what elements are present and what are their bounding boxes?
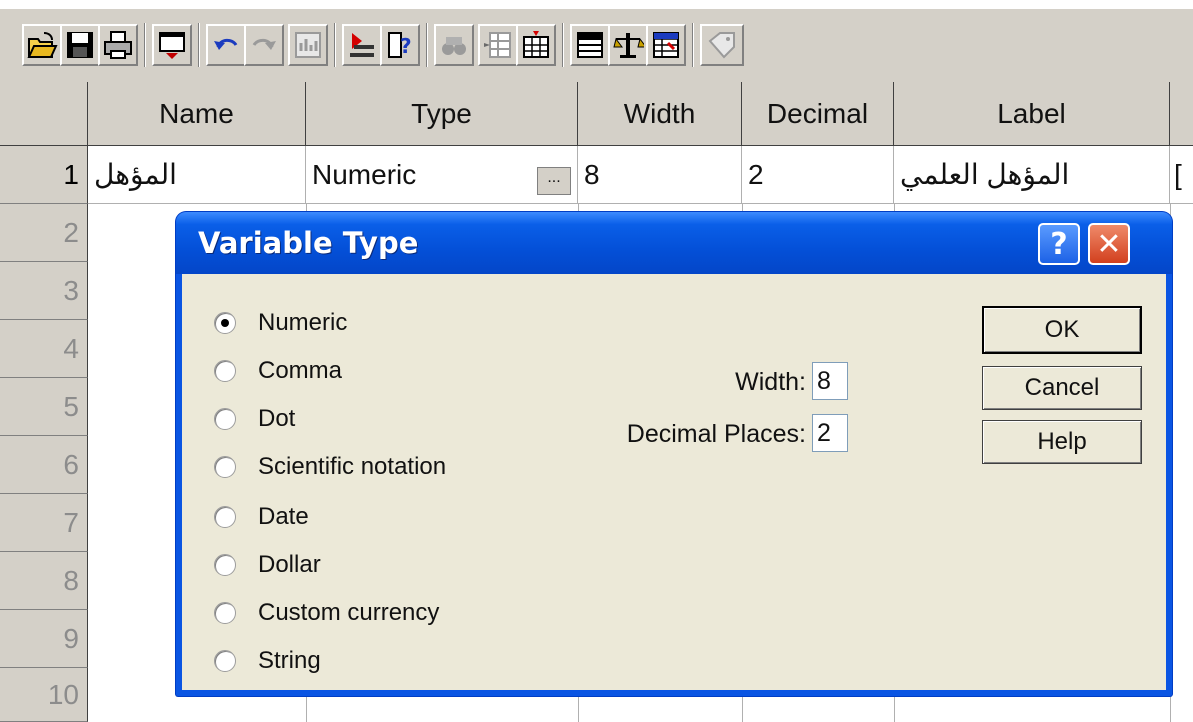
row-header[interactable]: 4 bbox=[0, 320, 88, 378]
toolbar: ? bbox=[0, 8, 1193, 82]
radio-button[interactable] bbox=[214, 650, 236, 672]
decimal-places-label: Decimal Places: bbox=[626, 420, 806, 448]
toolbar-separator bbox=[692, 23, 694, 67]
radio-date[interactable]: Date bbox=[214, 502, 309, 532]
cell-type[interactable]: Numeric ... bbox=[306, 146, 578, 204]
select-cases-icon[interactable] bbox=[646, 24, 686, 66]
radio-numeric[interactable]: Numeric bbox=[214, 308, 347, 338]
cell-label-value: المؤهل العلمي bbox=[900, 159, 1070, 190]
redo-icon[interactable] bbox=[244, 24, 284, 66]
radio-label: String bbox=[258, 647, 321, 674]
corner-cell bbox=[0, 82, 88, 146]
variables-icon[interactable]: ? bbox=[380, 24, 420, 66]
radio-string[interactable]: String bbox=[214, 646, 321, 676]
radio-button[interactable] bbox=[214, 408, 236, 430]
save-icon[interactable] bbox=[60, 24, 100, 66]
radio-label: Date bbox=[258, 503, 309, 530]
row-header[interactable]: 9 bbox=[0, 610, 88, 668]
radio-button[interactable] bbox=[214, 602, 236, 624]
column-header-width[interactable]: Width bbox=[578, 82, 742, 146]
radio-button[interactable] bbox=[214, 456, 236, 478]
row-header[interactable]: 8 bbox=[0, 552, 88, 610]
ok-button[interactable]: OK bbox=[982, 306, 1142, 354]
radio-label: Comma bbox=[258, 357, 343, 384]
column-header-label[interactable]: Label bbox=[894, 82, 1170, 146]
radio-label: Custom currency bbox=[258, 599, 440, 626]
radio-button[interactable] bbox=[214, 360, 236, 382]
radio-label: Scientific notation bbox=[258, 453, 447, 480]
help-button[interactable]: Help bbox=[982, 420, 1142, 464]
radio-custom-currency[interactable]: Custom currency bbox=[214, 598, 439, 628]
radio-button[interactable] bbox=[214, 506, 236, 528]
undo-icon[interactable] bbox=[206, 24, 246, 66]
row-header[interactable]: 2 bbox=[0, 204, 88, 262]
insert-variable-icon[interactable] bbox=[516, 24, 556, 66]
chart-builder-icon[interactable] bbox=[288, 24, 328, 66]
toolbar-separator bbox=[562, 23, 564, 67]
dialog-title: Variable Type bbox=[198, 226, 419, 260]
cell-type-value: Numeric bbox=[312, 158, 417, 190]
row-header[interactable]: 3 bbox=[0, 262, 88, 320]
decimal-places-field[interactable]: 2 bbox=[812, 414, 848, 452]
row-header[interactable]: 5 bbox=[0, 378, 88, 436]
row-header[interactable]: 10 bbox=[0, 668, 88, 722]
cell-name-value: المؤهل bbox=[94, 159, 177, 190]
toolbar-separator bbox=[426, 23, 428, 67]
variable-type-dialog: Variable Type ? ✕ Numeric Comma Dot Scie… bbox=[176, 212, 1172, 696]
radio-button[interactable] bbox=[214, 554, 236, 576]
row-header[interactable]: 6 bbox=[0, 436, 88, 494]
close-icon[interactable]: ✕ bbox=[1088, 223, 1130, 265]
cancel-button[interactable]: Cancel bbox=[982, 366, 1142, 410]
column-header-next[interactable] bbox=[1170, 82, 1193, 146]
ellipsis-button[interactable]: ... bbox=[537, 166, 571, 195]
toolbar-separator bbox=[144, 23, 146, 67]
column-header-name[interactable]: Name bbox=[88, 82, 306, 146]
cell-decimals[interactable]: 2 bbox=[742, 146, 894, 204]
radio-label: Dot bbox=[258, 405, 296, 432]
help-icon[interactable]: ? bbox=[1038, 223, 1080, 265]
cell-width[interactable]: 8 bbox=[578, 146, 742, 204]
dialog-recall-icon[interactable] bbox=[152, 24, 192, 66]
toolbar-separator bbox=[334, 23, 336, 67]
radio-label: Dollar bbox=[258, 551, 321, 578]
print-icon[interactable] bbox=[98, 24, 138, 66]
cell-next[interactable]: [ bbox=[1170, 146, 1193, 204]
goto-case-icon[interactable] bbox=[342, 24, 382, 66]
radio-dot[interactable]: Dot bbox=[214, 404, 295, 434]
radio-dollar[interactable]: Dollar bbox=[214, 550, 321, 580]
column-header-type[interactable]: Type bbox=[306, 82, 578, 146]
radio-label: Numeric bbox=[258, 309, 348, 336]
split-file-icon[interactable] bbox=[570, 24, 610, 66]
weight-cases-icon[interactable] bbox=[608, 24, 648, 66]
width-label: Width: bbox=[735, 368, 806, 396]
svg-text:?: ? bbox=[400, 34, 412, 58]
radio-comma[interactable]: Comma bbox=[214, 356, 342, 386]
open-icon[interactable] bbox=[22, 24, 62, 66]
value-labels-icon[interactable] bbox=[700, 24, 744, 66]
cell-name[interactable]: المؤهل bbox=[88, 146, 306, 204]
radio-scientific-notation[interactable]: Scientific notation bbox=[214, 452, 446, 482]
column-header-decimals[interactable]: Decimal bbox=[742, 82, 894, 146]
radio-button[interactable] bbox=[214, 312, 236, 334]
toolbar-separator bbox=[198, 23, 200, 67]
row-header[interactable]: 1 bbox=[0, 146, 88, 204]
dialog-titlebar[interactable]: Variable Type ? ✕ bbox=[176, 212, 1172, 274]
insert-cases-icon[interactable] bbox=[478, 24, 518, 66]
cell-label[interactable]: المؤهل العلمي bbox=[894, 146, 1170, 204]
width-field[interactable]: 8 bbox=[812, 362, 848, 400]
dialog-body: Numeric Comma Dot Scientific notation Da… bbox=[182, 274, 1166, 690]
find-icon[interactable] bbox=[434, 24, 474, 66]
row-header[interactable]: 7 bbox=[0, 494, 88, 552]
